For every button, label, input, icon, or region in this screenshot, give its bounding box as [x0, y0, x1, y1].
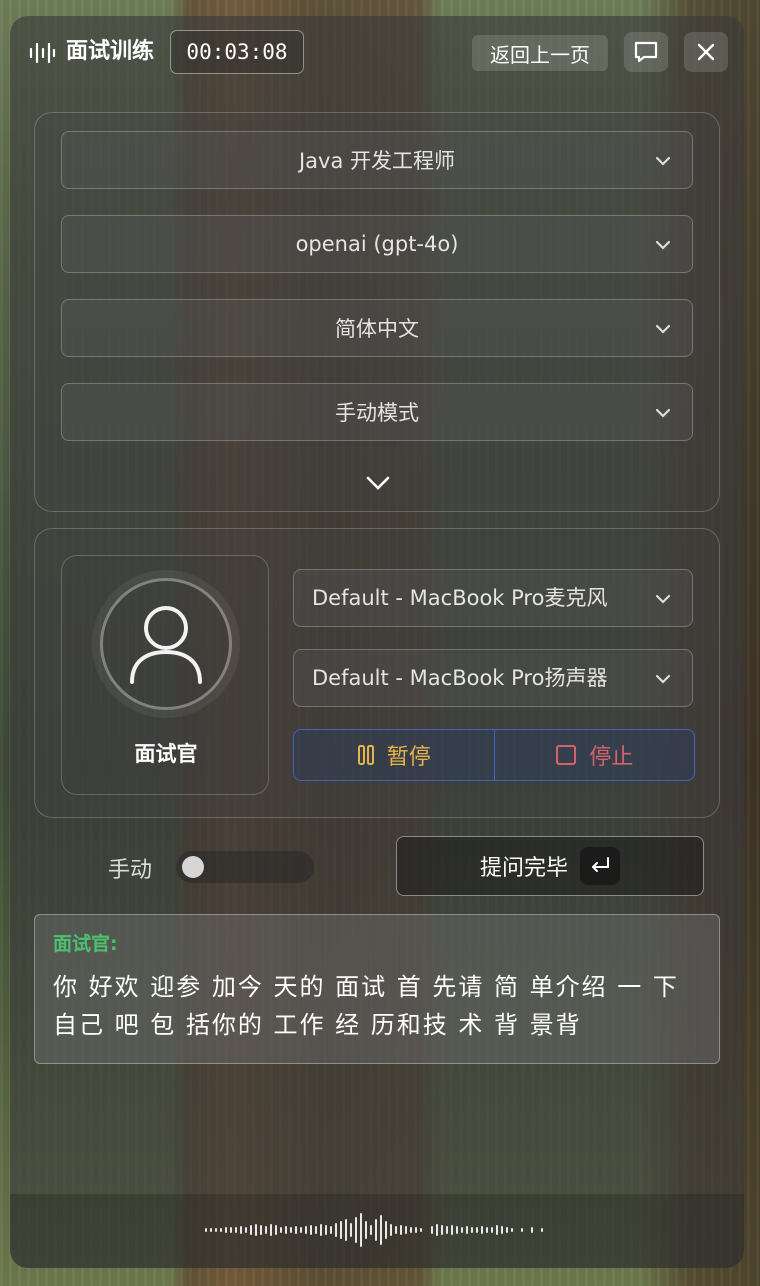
enter-key-icon	[580, 847, 620, 885]
audio-waveform-icon	[205, 1213, 543, 1247]
model-select-value: openai (gpt-4o)	[295, 232, 459, 256]
question-done-button[interactable]: 提问完毕	[396, 836, 704, 896]
speaker-label: 面试官:	[53, 933, 118, 955]
manual-mode-label: 手动	[108, 858, 153, 883]
question-done-label: 提问完毕	[479, 856, 568, 881]
manual-mode-toggle[interactable]	[176, 851, 314, 883]
position-select[interactable]: Java 开发工程师	[61, 131, 693, 189]
interview-window: 面试训练 00:03:08 返回上一页 Java 开发工程师 openai (g…	[10, 16, 744, 1268]
chat-button[interactable]	[624, 32, 668, 72]
interviewer-card: 面试官	[61, 555, 269, 795]
playback-controls: 暂停 停止	[293, 729, 695, 781]
stop-label: 停止	[589, 745, 634, 770]
settings-panel: Java 开发工程师 openai (gpt-4o) 简体中文 手动模式	[34, 112, 720, 512]
chat-icon	[634, 41, 658, 63]
app-title: 面试训练	[66, 39, 155, 64]
close-icon	[697, 43, 715, 61]
stop-button[interactable]: 停止	[495, 730, 695, 780]
pause-button[interactable]: 暂停	[294, 730, 495, 780]
avatar	[100, 578, 232, 710]
back-button[interactable]: 返回上一页	[472, 35, 608, 71]
speaker-select-value: Default - MacBook Pro扬声器	[312, 666, 608, 690]
chevron-down-icon	[655, 156, 671, 166]
waveform-icon	[28, 40, 56, 66]
transcript-message: 你 好欢 迎参 加今 天的 面试 首 先请 简 单介绍 一 下 自己 吧 包 括…	[53, 973, 679, 1039]
devices-panel: 面试官 Default - MacBook Pro麦克风 Default - M…	[34, 528, 720, 818]
pause-icon	[357, 745, 374, 765]
transcript-box: 面试官: 你 好欢 迎参 加今 天的 面试 首 先请 简 单介绍 一 下 自己 …	[34, 914, 720, 1064]
language-select[interactable]: 简体中文	[61, 299, 693, 357]
header-bar: 面试训练 00:03:08 返回上一页	[10, 16, 744, 88]
chevron-down-icon	[655, 674, 671, 684]
expand-settings-icon[interactable]	[363, 471, 393, 495]
interviewer-label: 面试官	[134, 742, 198, 766]
position-select-value: Java 开发工程师	[298, 149, 456, 173]
model-select[interactable]: openai (gpt-4o)	[61, 215, 693, 273]
language-select-value: 简体中文	[335, 317, 419, 341]
session-timer: 00:03:08	[170, 30, 304, 74]
microphone-select[interactable]: Default - MacBook Pro麦克风	[293, 569, 693, 627]
pause-label: 暂停	[386, 745, 431, 770]
mode-select-value: 手动模式	[335, 401, 419, 425]
user-icon	[130, 606, 202, 684]
speaker-select[interactable]: Default - MacBook Pro扬声器	[293, 649, 693, 707]
mode-select[interactable]: 手动模式	[61, 383, 693, 441]
close-button[interactable]	[684, 32, 728, 72]
microphone-select-value: Default - MacBook Pro麦克风	[312, 586, 608, 610]
stop-icon	[556, 745, 577, 765]
toggle-knob	[182, 856, 204, 878]
chevron-down-icon	[655, 594, 671, 604]
chevron-down-icon	[655, 240, 671, 250]
audio-footer	[10, 1194, 744, 1268]
chevron-down-icon	[655, 408, 671, 418]
chevron-down-icon	[655, 324, 671, 334]
